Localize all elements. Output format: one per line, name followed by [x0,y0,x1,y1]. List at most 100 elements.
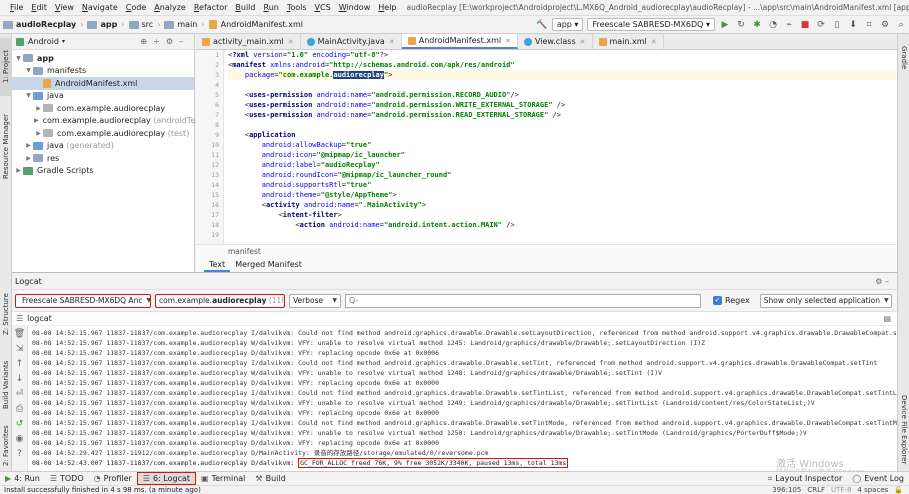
log-line[interactable]: 08-08 14:52:15.967 11837-11837/com.examp… [32,358,897,368]
project-tool-tab[interactable]: 1: Project [0,38,12,96]
tab-event-log[interactable]: ◯ Event Log [847,472,909,485]
stop-icon[interactable]: ■ [798,18,812,32]
sdk-manager-icon[interactable]: ⬇ [846,18,860,32]
code-line[interactable]: <activity android:name=".MainActivity"> [228,200,897,210]
clear-log-icon[interactable]: 🗑 [12,326,27,341]
status-message[interactable]: Install successfully finished in 4 s 98 … [4,486,201,494]
resource-manager-tab[interactable]: Resource Manager [0,100,12,192]
file-encoding[interactable]: UTF-8 [831,486,851,494]
tree-item-java[interactable]: ▼ java [12,90,194,103]
tab-todo[interactable]: ☰ TODO [45,472,89,485]
code-line[interactable]: <application [228,130,897,140]
close-icon[interactable]: ✕ [389,38,395,46]
menu-tools[interactable]: Tools [283,3,311,12]
menu-vcs[interactable]: VCS [311,3,335,12]
code-line[interactable]: package="com.example.audiorecplay"> [228,70,897,80]
code-line[interactable]: android:theme="@style/AppTheme"> [228,190,897,200]
close-icon[interactable]: ✕ [288,38,294,46]
favorites-tab[interactable]: 2: Favorites [0,424,12,468]
tab-android-manifest[interactable]: AndroidManifest.xml ✕ [401,34,518,49]
close-icon[interactable]: ✕ [580,38,586,46]
menu-build[interactable]: Build [231,3,259,12]
gradle-tab[interactable]: Gradle [898,40,909,76]
logcat-output[interactable]: 08-08 14:52:15.967 11837-11837/com.examp… [32,328,897,472]
filter-mode-select[interactable]: Show only selected application ▼ [759,293,892,308]
menu-navigate[interactable]: Navigate [78,3,122,12]
code-line[interactable]: <uses-permission android:name="android.p… [228,90,897,100]
device-filter-select[interactable]: Freescale SABRESD-MX6DQ Anc ▼ [15,293,151,308]
tree-item-android-manifest[interactable]: AndroidManifest.xml [12,77,194,90]
gear-icon[interactable]: ⚙ – [875,277,889,286]
menu-analyze[interactable]: Analyze [150,3,190,12]
menu-view[interactable]: View [51,3,78,12]
log-line[interactable]: 08-08 14:52:15.967 11837-11837/com.examp… [32,338,897,348]
code-line[interactable] [228,120,897,130]
profile-icon[interactable]: ◔ [766,18,780,32]
menu-window[interactable]: Window [335,3,375,12]
log-line[interactable]: 08-08 14:52:15.967 11837-11837/com.examp… [32,348,897,358]
tree-item-gradle-scripts[interactable]: ▶ Gradle Scripts [12,165,194,178]
code-line[interactable]: android:roundIcon="@mipmap/ic_launcher_r… [228,170,897,180]
device-file-explorer-tab[interactable]: Device File Explorer [898,389,909,471]
layout-icon[interactable]: ▤ [883,314,891,323]
panel-actions-icons[interactable]: ⊕÷⚙– [140,37,189,46]
code-line[interactable]: android:icon="@mipmap/ic_launcher" [228,150,897,160]
tab-mainactivity-java[interactable]: MainActivity.java ✕ [301,34,402,49]
chevron-down-icon[interactable]: ▾ [62,38,65,45]
code-line[interactable]: <uses-permission android:name="android.p… [228,100,897,110]
code-line[interactable]: <intent-filter> [228,210,897,220]
log-line[interactable]: 08-08 14:52:15.967 11837-11837/com.examp… [32,378,897,388]
code-line[interactable]: <manifest xmlns:android="http://schemas.… [228,60,897,70]
log-line[interactable]: 08-08 14:52:15.967 11837-11837/com.examp… [32,428,897,438]
log-line-gc[interactable]: 08-08 14:52:43.007 11837-11837/com.examp… [32,458,897,468]
menu-refactor[interactable]: Refactor [190,3,232,12]
screenshot-icon[interactable]: ◉ [12,431,27,446]
tree-item-app[interactable]: ▼ app [12,52,194,65]
tab-run[interactable]: ▶ 4: Run [0,472,45,485]
menu-edit[interactable]: Edit [27,3,51,12]
attach-debugger-icon[interactable]: ⌁ [782,18,796,32]
menu-run[interactable]: Run [259,3,282,12]
menu-help[interactable]: Help [374,3,400,12]
code-line[interactable] [228,80,897,90]
code-line[interactable]: <?xml version="1.0" encoding="utf-8"?> [228,50,897,60]
caret-position[interactable]: 396:105 [772,486,801,494]
code-line[interactable]: android:supportsRtl="true" [228,180,897,190]
log-line[interactable]: 08-08 14:52:15.967 11837-11837/com.examp… [32,398,897,408]
lock-icon[interactable]: 🔓 [894,486,903,494]
close-icon[interactable]: ✕ [651,38,657,46]
debug-icon[interactable]: ✱ [750,18,764,32]
log-level-select[interactable]: Verbose ▼ [289,293,341,308]
apply-changes-icon[interactable]: ↻ [734,18,748,32]
xml-breadcrumb-tag[interactable]: manifest [228,247,261,256]
tree-item-java-generated[interactable]: ▶ java (generated) [12,140,194,153]
tab-terminal[interactable]: ▣ Terminal [196,472,250,485]
search-icon[interactable]: ⌕ [894,18,908,32]
code-line[interactable]: <action android:name="android.intent.act… [228,220,897,230]
tab-build[interactable]: ⚒ Build [250,472,290,485]
code-line[interactable]: android:allowBackup="true" [228,140,897,150]
tree-item-manifests[interactable]: ▼ manifests [12,65,194,78]
log-line[interactable]: 08-08 14:52:15.967 11837-11837/com.examp… [32,418,897,428]
code-text-area[interactable]: <?xml version="1.0" encoding="utf-8"?> <m… [228,50,897,244]
menu-code[interactable]: Code [122,3,151,12]
tab-main-xml[interactable]: main.xml ✕ [593,34,664,49]
down-icon[interactable]: ↓ [12,371,27,386]
tree-item-package-androidtest[interactable]: ▶ com.example.audiorecplay (androidTest) [12,115,206,128]
avd-manager-icon[interactable]: ▯ [830,18,844,32]
log-line[interactable]: 08-08 14:52:15.967 11837-11837/com.examp… [32,438,897,448]
log-line[interactable]: 08-08 14:52:15.967 11837-11837/com.examp… [32,368,897,378]
up-icon[interactable]: ↑ [12,356,27,371]
breadcrumb-main[interactable]: main [161,20,200,29]
breadcrumb-manifest[interactable]: AndroidManifest.xml [206,20,306,29]
code-line[interactable] [228,230,897,240]
print-icon[interactable]: ⎙ [12,401,27,416]
restart-icon[interactable]: ↺ [12,416,27,431]
regex-checkbox[interactable]: ✓ [713,296,722,305]
log-line[interactable]: 08-08 14:52:15.967 11837-11837/com.examp… [32,328,897,338]
run-config-select[interactable]: app ▾ [551,18,584,31]
logcat-search-input[interactable]: Q- [345,293,701,308]
log-line[interactable]: 08-08 14:52:15.967 11837-11837/com.examp… [32,388,897,398]
breadcrumb-project[interactable]: audioRecplay [0,20,79,29]
settings-icon[interactable]: ⚙ [878,18,892,32]
